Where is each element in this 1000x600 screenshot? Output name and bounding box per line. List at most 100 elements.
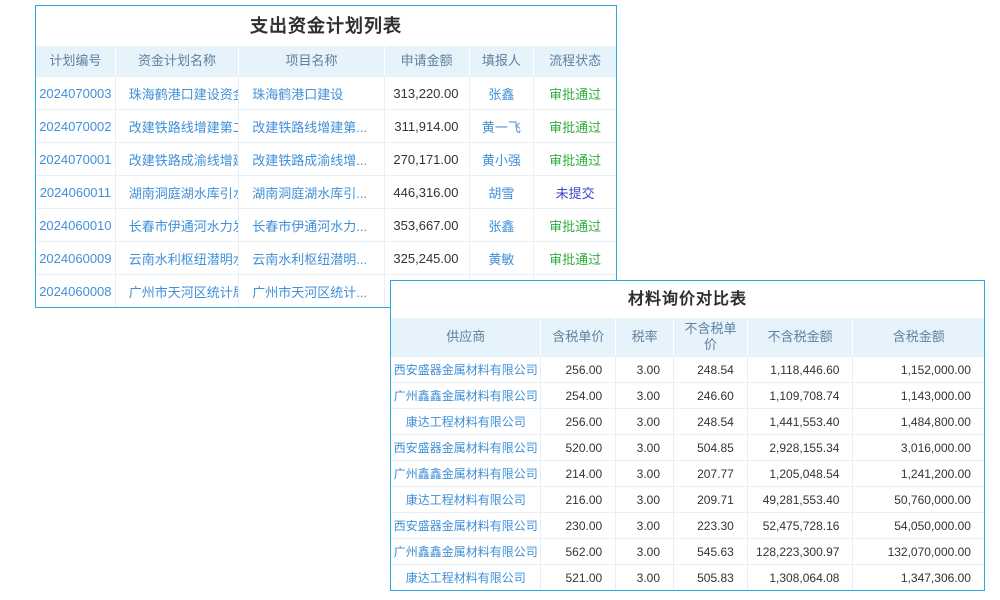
column-header-amount: 申请金额 (384, 46, 469, 76)
untaxed-amount: 1,109,708.74 (747, 383, 853, 408)
untaxed-amount: 52,475,728.16 (747, 513, 853, 538)
untaxed-amount: 1,308,064.08 (747, 565, 853, 590)
table-row: 西安盛器金属材料有限公司256.003.00248.541,118,446.60… (391, 356, 984, 382)
column-header-untaxed-unit-price: 不含税单价 (673, 318, 747, 356)
taxed-amount: 1,484,800.00 (852, 409, 984, 434)
table-row: 广州鑫鑫金属材料有限公司214.003.00207.771,205,048.54… (391, 460, 984, 486)
fund-plan-name-link[interactable]: 广州市天河区统计局... (115, 275, 239, 307)
untaxed-unit-price: 504.85 (673, 435, 747, 460)
tax-rate: 3.00 (615, 461, 673, 486)
project-name-link[interactable]: 云南水利枢纽潜明... (238, 242, 383, 274)
plan-id-link[interactable]: 2024070003 (36, 77, 115, 109)
supplier-name-link[interactable]: 广州鑫鑫金属材料有限公司 (391, 461, 540, 486)
tax-rate: 3.00 (615, 357, 673, 382)
plan-id-link[interactable]: 2024070002 (36, 110, 115, 142)
supplier-name-link[interactable]: 康达工程材料有限公司 (391, 487, 540, 512)
material-inquiry-table-body: 西安盛器金属材料有限公司256.003.00248.541,118,446.60… (391, 356, 984, 590)
material-inquiry-table: 材料询价对比表 供应商 含税单价 税率 不含税单价 不含税金额 含税金额 西安盛… (390, 280, 985, 591)
request-amount: 311,914.00 (384, 110, 469, 142)
tax-rate: 3.00 (615, 513, 673, 538)
plan-id-link[interactable]: 2024070001 (36, 143, 115, 175)
plan-id-link[interactable]: 2024060009 (36, 242, 115, 274)
untaxed-unit-price: 505.83 (673, 565, 747, 590)
untaxed-unit-price: 207.77 (673, 461, 747, 486)
plan-id-link[interactable]: 2024060010 (36, 209, 115, 241)
untaxed-unit-price: 223.30 (673, 513, 747, 538)
column-header-taxed-amount: 含税金额 (852, 318, 984, 356)
taxed-unit-price: 216.00 (540, 487, 615, 512)
material-inquiry-table-header: 供应商 含税单价 税率 不含税单价 不含税金额 含税金额 (391, 318, 984, 356)
material-inquiry-table-title: 材料询价对比表 (391, 281, 984, 318)
untaxed-unit-price: 248.54 (673, 409, 747, 434)
plan-id-link[interactable]: 2024060008 (36, 275, 115, 307)
workflow-status: 未提交 (533, 176, 616, 208)
table-row: 2024070001改建铁路成渝线增建...改建铁路成渝线增...270,171… (36, 142, 616, 175)
workflow-status: 审批通过 (533, 77, 616, 109)
project-name-link[interactable]: 改建铁路成渝线增... (238, 143, 383, 175)
tax-rate: 3.00 (615, 487, 673, 512)
table-row: 西安盛器金属材料有限公司230.003.00223.3052,475,728.1… (391, 512, 984, 538)
reporter-name-link[interactable]: 黄一飞 (469, 110, 534, 142)
project-name-link[interactable]: 长春市伊通河水力... (238, 209, 383, 241)
supplier-name-link[interactable]: 康达工程材料有限公司 (391, 565, 540, 590)
expenditure-plan-table-body: 2024070003珠海鹤港口建设资金...珠海鹤港口建设313,220.00张… (36, 76, 616, 307)
expenditure-plan-table: 支出资金计划列表 计划编号 资金计划名称 项目名称 申请金额 填报人 流程状态 … (35, 5, 617, 308)
table-row: 2024070002改建铁路线增建第二...改建铁路线增建第...311,914… (36, 109, 616, 142)
taxed-unit-price: 520.00 (540, 435, 615, 460)
project-name-link[interactable]: 改建铁路线增建第... (238, 110, 383, 142)
supplier-name-link[interactable]: 康达工程材料有限公司 (391, 409, 540, 434)
reporter-name-link[interactable]: 张鑫 (469, 209, 534, 241)
tax-rate: 3.00 (615, 409, 673, 434)
taxed-unit-price: 256.00 (540, 357, 615, 382)
workflow-status: 审批通过 (533, 143, 616, 175)
request-amount: 270,171.00 (384, 143, 469, 175)
project-name-link[interactable]: 广州市天河区统计... (238, 275, 383, 307)
taxed-amount: 1,143,000.00 (852, 383, 984, 408)
reporter-name-link[interactable]: 张鑫 (469, 77, 534, 109)
column-header-reporter: 填报人 (469, 46, 534, 76)
supplier-name-link[interactable]: 西安盛器金属材料有限公司 (391, 357, 540, 382)
supplier-name-link[interactable]: 广州鑫鑫金属材料有限公司 (391, 539, 540, 564)
untaxed-amount: 1,205,048.54 (747, 461, 853, 486)
untaxed-unit-price: 545.63 (673, 539, 747, 564)
untaxed-unit-price: 209.71 (673, 487, 747, 512)
fund-plan-name-link[interactable]: 长春市伊通河水力发... (115, 209, 239, 241)
table-row: 2024060011湖南洞庭湖水库引水...湖南洞庭湖水库引...446,316… (36, 175, 616, 208)
fund-plan-name-link[interactable]: 湖南洞庭湖水库引水... (115, 176, 239, 208)
table-row: 康达工程材料有限公司216.003.00209.7149,281,553.405… (391, 486, 984, 512)
table-row: 2024060009云南水利枢纽潜明水...云南水利枢纽潜明...325,245… (36, 241, 616, 274)
project-name-link[interactable]: 湖南洞庭湖水库引... (238, 176, 383, 208)
column-header-untaxed-amount: 不含税金额 (747, 318, 853, 356)
supplier-name-link[interactable]: 广州鑫鑫金属材料有限公司 (391, 383, 540, 408)
column-header-project: 项目名称 (238, 46, 383, 76)
taxed-amount: 1,241,200.00 (852, 461, 984, 486)
supplier-name-link[interactable]: 西安盛器金属材料有限公司 (391, 513, 540, 538)
taxed-amount: 132,070,000.00 (852, 539, 984, 564)
column-header-fund-plan: 资金计划名称 (115, 46, 239, 76)
reporter-name-link[interactable]: 黄敏 (469, 242, 534, 274)
tax-rate: 3.00 (615, 435, 673, 460)
column-header-plan-id: 计划编号 (36, 46, 115, 76)
workflow-status: 审批通过 (533, 209, 616, 241)
reporter-name-link[interactable]: 黄小强 (469, 143, 534, 175)
tax-rate: 3.00 (615, 383, 673, 408)
table-row: 广州鑫鑫金属材料有限公司562.003.00545.63128,223,300.… (391, 538, 984, 564)
project-name-link[interactable]: 珠海鹤港口建设 (238, 77, 383, 109)
supplier-name-link[interactable]: 西安盛器金属材料有限公司 (391, 435, 540, 460)
taxed-unit-price: 254.00 (540, 383, 615, 408)
untaxed-amount: 128,223,300.97 (747, 539, 853, 564)
request-amount: 313,220.00 (384, 77, 469, 109)
reporter-name-link[interactable]: 胡雪 (469, 176, 534, 208)
taxed-amount: 1,152,000.00 (852, 357, 984, 382)
fund-plan-name-link[interactable]: 改建铁路线增建第二... (115, 110, 239, 142)
plan-id-link[interactable]: 2024060011 (36, 176, 115, 208)
column-header-taxed-unit-price: 含税单价 (540, 318, 615, 356)
fund-plan-name-link[interactable]: 云南水利枢纽潜明水... (115, 242, 239, 274)
tax-rate: 3.00 (615, 565, 673, 590)
fund-plan-name-link[interactable]: 珠海鹤港口建设资金... (115, 77, 239, 109)
fund-plan-name-link[interactable]: 改建铁路成渝线增建... (115, 143, 239, 175)
request-amount: 353,667.00 (384, 209, 469, 241)
table-row: 西安盛器金属材料有限公司520.003.00504.852,928,155.34… (391, 434, 984, 460)
tax-rate: 3.00 (615, 539, 673, 564)
taxed-unit-price: 230.00 (540, 513, 615, 538)
